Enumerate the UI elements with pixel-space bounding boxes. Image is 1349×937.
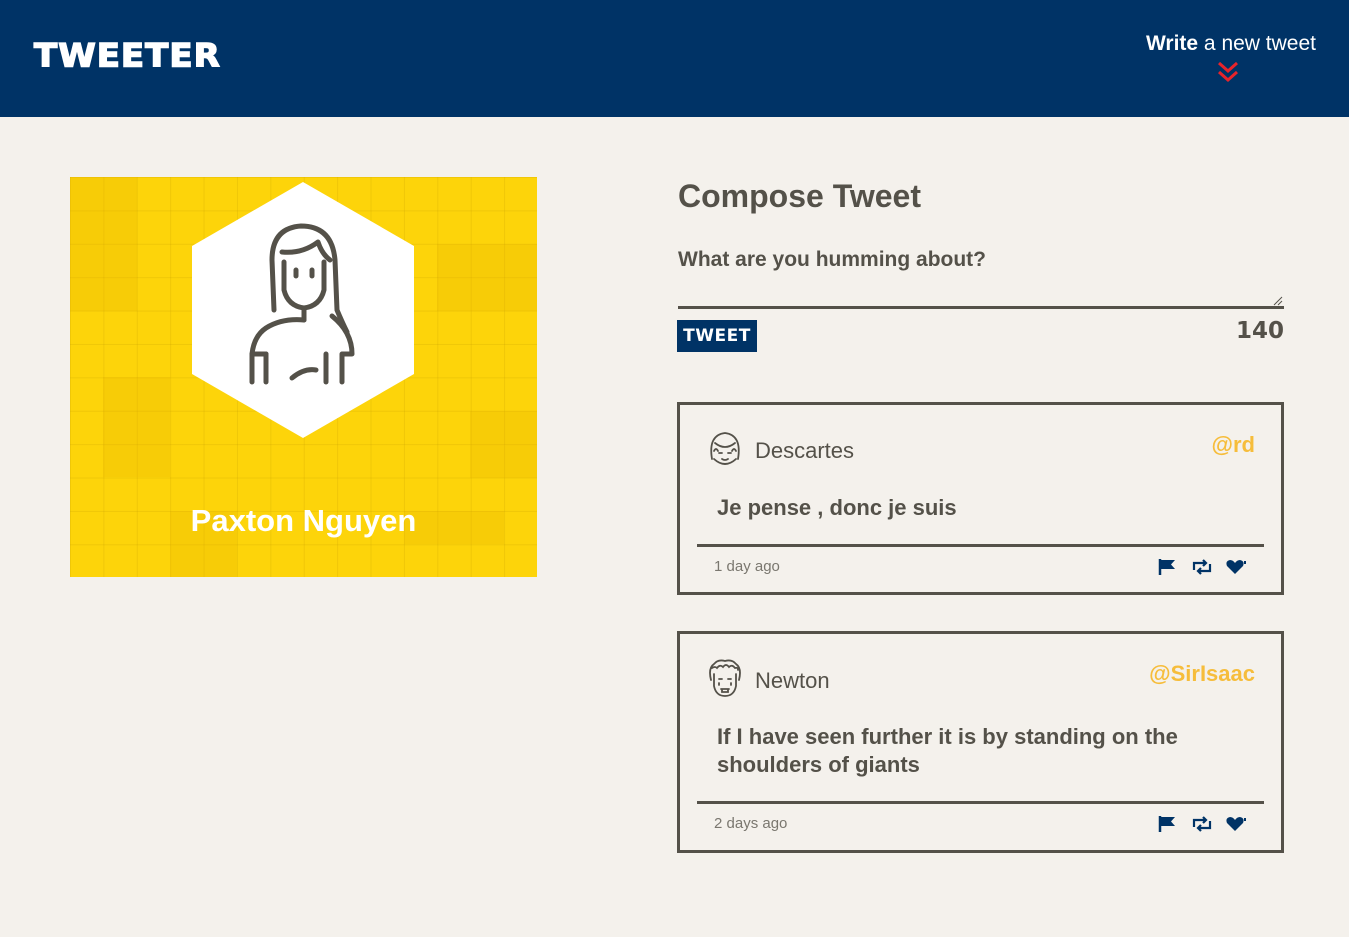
tweet-text: Je pense , donc je suis (717, 495, 957, 520)
retweet-icon[interactable] (1191, 815, 1213, 833)
write-link-bold: Write (1145, 32, 1199, 55)
avatar-descartes-icon (710, 432, 740, 465)
resize-grip-icon[interactable] (1273, 296, 1283, 306)
flag-icon[interactable] (1157, 815, 1179, 833)
char-counter: 140 (1235, 318, 1284, 344)
flag-icon[interactable] (1157, 558, 1179, 576)
avatar-newton-icon (709, 659, 741, 697)
tweet-divider (697, 544, 1264, 547)
tweet-input[interactable] (678, 247, 1284, 309)
tweet-timestamp: 1 day ago (714, 558, 780, 575)
tweet-author-handle[interactable]: @SirIsaac (1149, 661, 1255, 687)
tweet-actions (1157, 815, 1247, 833)
profile-name: Paxton Nguyen (190, 503, 417, 538)
write-new-tweet-link[interactable]: Write a new tweet (1146, 32, 1316, 56)
double-chevron-down-icon[interactable] (1217, 61, 1239, 83)
avatar (192, 182, 414, 438)
app-logo[interactable]: TWEETER (33, 36, 221, 75)
tweet-text: If I have seen further it is by standing… (717, 724, 1178, 777)
tweet-author-name: Newton (755, 668, 830, 693)
top-nav: TWEETER Write a new tweet (0, 0, 1349, 117)
tweet-card: Descartes @rd Je pense , donc je suis 1 … (677, 402, 1284, 595)
tweet-timestamp: 2 days ago (714, 815, 788, 832)
heart-icon[interactable] (1225, 558, 1247, 576)
tweet-author-handle[interactable]: @rd (1212, 432, 1255, 458)
tweet-author-name: Descartes (755, 438, 855, 463)
tweet-card: Newton @SirIsaac If I have seen further … (677, 631, 1284, 853)
tweet-divider (697, 801, 1264, 804)
profile-card: Paxton Nguyen (70, 177, 537, 577)
heart-icon[interactable] (1225, 815, 1247, 833)
tweet-button[interactable]: TWEET (677, 320, 757, 352)
retweet-icon[interactable] (1191, 558, 1213, 576)
tweet-actions (1157, 558, 1247, 576)
write-link-rest: a new tweet (1198, 32, 1316, 55)
compose-title: Compose Tweet (678, 178, 921, 214)
